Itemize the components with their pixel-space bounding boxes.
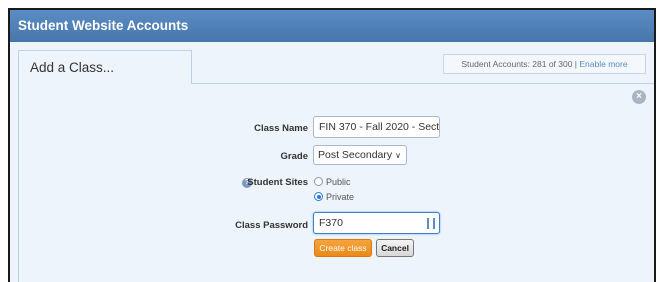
chevron-down-icon: ∨ (395, 151, 401, 160)
window-title: Student Website Accounts (10, 10, 654, 42)
create-class-button[interactable]: Create class (314, 239, 372, 257)
class-name-label: Class Name (254, 123, 308, 134)
cancel-button[interactable]: Cancel (376, 239, 414, 257)
radio-public-label: Public (326, 177, 351, 187)
accounts-count-text: Student Accounts: 281 of 300 | (461, 59, 580, 69)
student-accounts-status: Student Accounts: 281 of 300 | Enable mo… (443, 54, 646, 74)
class-name-input[interactable]: FIN 370 - Fall 2020 - Secti (313, 116, 440, 138)
enable-more-link[interactable]: Enable more (579, 59, 627, 69)
grade-select[interactable]: Post Secondary ∨ (313, 145, 407, 165)
radio-private-circle[interactable] (314, 192, 323, 201)
grade-label: Grade (280, 151, 308, 162)
student-sites-label: Student Sites (247, 177, 308, 188)
radio-private[interactable]: Private (314, 191, 354, 203)
tab-add-class[interactable]: Add a Class... (18, 50, 192, 84)
grade-selected-value: Post Secondary (318, 149, 393, 161)
student-accounts-window: Student Website Accounts Add a Class... … (8, 8, 656, 282)
close-icon[interactable]: × (632, 90, 646, 104)
radio-private-label: Private (326, 192, 355, 202)
class-password-label: Class Password (235, 220, 308, 231)
class-password-value: F370 (319, 217, 343, 229)
class-password-input[interactable]: F370 (313, 212, 440, 234)
radio-public[interactable]: Public (314, 176, 351, 188)
radio-public-circle[interactable] (314, 177, 323, 186)
password-manager-icon[interactable] (427, 218, 435, 229)
